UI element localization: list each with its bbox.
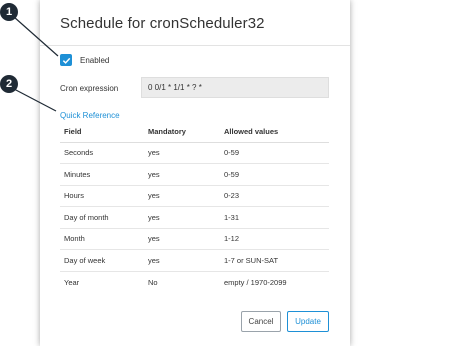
table-row: Hours yes 0-23 (60, 185, 329, 207)
cell-allowed-values: 1-12 (220, 228, 329, 250)
quick-reference-table: Field Mandatory Allowed values Seconds y… (60, 121, 329, 293)
callout-badge-1: 1 (0, 3, 18, 21)
cell-mandatory: yes (144, 142, 220, 164)
cell-allowed-values: empty / 1970-2099 (224, 277, 287, 287)
cell-field: Year (64, 277, 80, 287)
column-header-allowed-values: Allowed values (220, 121, 329, 143)
cell-allowed-values: 0-59 (220, 142, 329, 164)
table-row: Month yes 1-12 (60, 228, 329, 250)
cron-expression-label: Cron expression (60, 84, 119, 93)
cell-mandatory: yes (144, 206, 220, 229)
cell-mandatory: yes (144, 163, 220, 186)
quick-reference-link[interactable]: Quick Reference (60, 111, 120, 120)
checkmark-icon (62, 57, 70, 64)
column-header-field: Field (60, 121, 144, 143)
cell-field: Minutes (60, 163, 144, 186)
table-header-row: Field Mandatory Allowed values (60, 121, 329, 143)
cancel-button[interactable]: Cancel (241, 311, 281, 332)
cell-field: Day of month (60, 206, 144, 229)
cell-allowed-values: 1-7 or SUN-SAT (220, 249, 329, 272)
enabled-label: Enabled (80, 55, 110, 65)
cell-mandatory: No (148, 277, 158, 287)
table-row: Day of week yes 1-7 or SUN-SAT (60, 249, 329, 272)
cell-mandatory: yes (144, 185, 220, 207)
cell-allowed-values: 0-23 (220, 185, 329, 207)
update-button[interactable]: Update (287, 311, 329, 332)
cron-expression-input[interactable]: 0 0/1 * 1/1 * ? * (141, 77, 329, 98)
table-row: Day of month yes 1-31 (60, 206, 329, 229)
table-row: Minutes yes 0-59 (60, 163, 329, 186)
table-row: Year No empty / 1970-2099 (60, 271, 329, 293)
cell-mandatory: yes (144, 249, 220, 272)
cell-field: Day of week (60, 249, 144, 272)
cell-field: Seconds (60, 142, 144, 164)
callout-badge-2: 2 (0, 75, 18, 93)
cell-field: Month (60, 228, 144, 250)
schedule-dialog: Schedule for cronScheduler32 Enabled Cro… (40, 0, 350, 346)
cell-allowed-values: 1-31 (220, 206, 329, 229)
enabled-row: Enabled (60, 53, 109, 67)
cell-allowed-values: 0-59 (220, 163, 329, 186)
dialog-header: Schedule for cronScheduler32 (40, 0, 350, 46)
cell-field: Hours (60, 185, 144, 207)
table-row: Seconds yes 0-59 (60, 142, 329, 164)
cell-mandatory: yes (144, 228, 220, 250)
enabled-checkbox[interactable] (60, 54, 72, 66)
dialog-title: Schedule for cronScheduler32 (60, 15, 265, 32)
column-header-mandatory: Mandatory (144, 121, 220, 143)
